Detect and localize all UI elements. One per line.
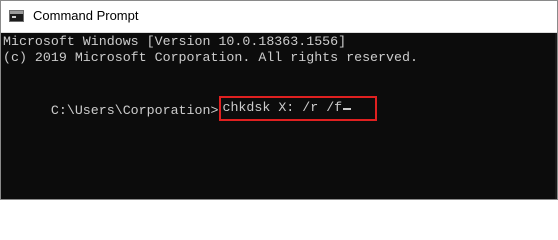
prompt-path: C:\Users\Corporation> <box>50 103 219 118</box>
text-cursor <box>343 108 352 110</box>
window-right-edge <box>555 33 557 199</box>
title-bar[interactable]: Command Prompt <box>1 1 557 33</box>
command-text: chkdsk X: /r /f <box>222 100 343 115</box>
highlighted-command: chkdsk X: /r /f <box>219 96 378 121</box>
window-title: Command Prompt <box>33 8 139 23</box>
prompt-line[interactable]: C:\Users\Corporation> chkdsk X: /r /f <box>3 83 378 140</box>
copyright-line: (c) 2019 Microsoft Corporation. All righ… <box>3 50 418 65</box>
version-line: Microsoft Windows [Version 10.0.18363.15… <box>3 34 347 49</box>
console-output[interactable]: Microsoft Windows [Version 10.0.18363.15… <box>1 33 557 199</box>
cmd-icon <box>9 10 24 22</box>
command-prompt-window: Command Prompt Microsoft Windows [Versio… <box>0 0 558 200</box>
